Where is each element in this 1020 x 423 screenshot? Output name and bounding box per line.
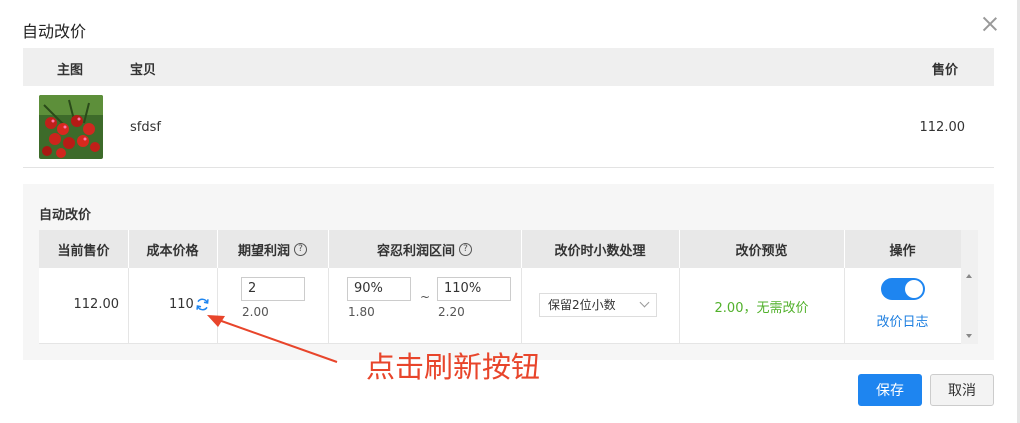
save-button[interactable]: 保存 xyxy=(858,374,922,406)
table-scrollbar[interactable] xyxy=(961,230,978,344)
range-separator: ~ xyxy=(420,290,431,304)
range-max-amount: 2.20 xyxy=(438,305,465,319)
range-min-input[interactable]: 90% xyxy=(347,277,411,301)
divider xyxy=(521,268,522,344)
divider xyxy=(521,230,522,268)
divider xyxy=(844,268,845,344)
col-preview: 改价预览 xyxy=(735,243,788,259)
col-main-image: 主图 xyxy=(57,63,84,78)
cost-price-value: 110 xyxy=(169,297,194,312)
auto-price-panel: 自动改价 当前售价 成本价格 期望利润? 容忍利润区间? 改价时小数处理 改价预… xyxy=(23,184,994,360)
chevron-down-icon xyxy=(639,297,650,308)
col-cost-price: 成本价格 xyxy=(146,243,199,259)
product-row: sfdsf 112.00 xyxy=(23,86,994,168)
divider xyxy=(844,230,845,268)
expected-profit-input[interactable]: 2 xyxy=(241,277,305,301)
toggle-knob xyxy=(905,280,923,298)
help-icon[interactable]: ? xyxy=(294,242,307,256)
help-icon[interactable]: ? xyxy=(459,242,472,256)
decimal-handling-select[interactable]: 保留2位小数 xyxy=(539,293,657,317)
annotation-arrow xyxy=(207,315,338,363)
decimal-handling-value: 保留2位小数 xyxy=(548,298,616,312)
price-log-link[interactable]: 改价日志 xyxy=(844,311,961,330)
col-tolerance-range: 容忍利润区间? xyxy=(328,230,521,268)
product-table-header: 主图 宝贝 售价 xyxy=(23,48,994,86)
auto-price-section-title: 自动改价 xyxy=(39,208,92,223)
auto-price-toggle[interactable] xyxy=(881,278,925,300)
annotation-text: 点击刷新按钮 xyxy=(366,350,541,384)
auto-price-row: 112.00 110 2 2.00 90% ~ 1.80 110% 2.20 保… xyxy=(39,268,961,344)
divider xyxy=(328,230,329,268)
product-price: 112.00 xyxy=(919,120,966,135)
col-actions: 操作 xyxy=(889,243,916,259)
auto-price-dialog: 自动改价 主图 宝贝 售价 sfdsf 112.00 自动改价 当前售价 成本价… xyxy=(0,0,1020,423)
product-name[interactable]: sfdsf xyxy=(130,120,161,135)
divider xyxy=(128,230,129,268)
col-current-price: 当前售价 xyxy=(57,243,110,259)
divider xyxy=(217,230,218,268)
price-preview: 2.00，无需改价 xyxy=(714,301,809,316)
product-thumbnail xyxy=(39,95,103,159)
range-min-amount: 1.80 xyxy=(348,305,375,319)
col-item: 宝贝 xyxy=(130,63,157,78)
col-price: 售价 xyxy=(931,63,958,78)
divider xyxy=(128,268,129,344)
range-max-input[interactable]: 110% xyxy=(437,277,511,301)
auto-price-table: 当前售价 成本价格 期望利润? 容忍利润区间? 改价时小数处理 改价预览 操作 xyxy=(39,230,961,344)
scroll-down-icon[interactable] xyxy=(966,334,972,338)
dialog-title: 自动改价 xyxy=(22,22,87,41)
col-expected-profit: 期望利润? xyxy=(217,230,328,268)
scroll-up-icon[interactable] xyxy=(966,274,972,278)
auto-price-table-header: 当前售价 成本价格 期望利润? 容忍利润区间? 改价时小数处理 改价预览 操作 xyxy=(39,230,961,268)
close-icon[interactable] xyxy=(980,14,1000,34)
col-decimal-handling: 改价时小数处理 xyxy=(554,243,646,259)
divider xyxy=(679,230,680,268)
cancel-button[interactable]: 取消 xyxy=(930,374,994,406)
current-price-value: 112.00 xyxy=(73,297,120,312)
